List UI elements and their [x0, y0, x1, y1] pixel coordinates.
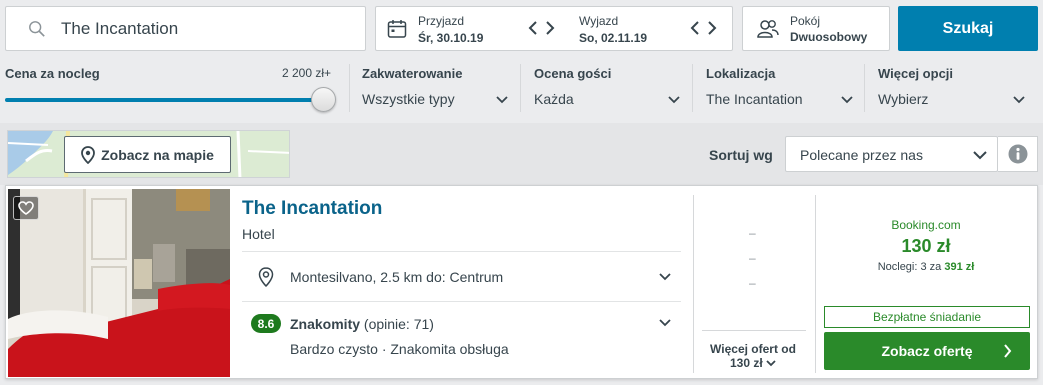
price-slider-handle[interactable] [311, 87, 336, 112]
empty-offer-dash: – [749, 276, 756, 290]
column-divider [815, 195, 816, 373]
hotel-type: Hotel [242, 226, 275, 242]
price-filter-title: Cena za nocleg [5, 66, 100, 81]
location-filter-value[interactable]: The Incantation [706, 91, 803, 107]
offer-provider: Booking.com [891, 218, 961, 232]
calendar-icon [387, 20, 407, 38]
sort-select[interactable]: Polecane przez nas [785, 136, 998, 172]
rating-filter-title: Ocena gości [534, 66, 612, 81]
view-deal-button[interactable]: Zobacz ofertę [824, 332, 1030, 370]
more-options-title: Więcej opcji [878, 66, 954, 81]
hotel-room-image [8, 189, 230, 377]
chevron-down-icon[interactable] [1013, 96, 1025, 104]
filter-divider [520, 64, 521, 112]
chevron-down-icon [766, 360, 776, 367]
checkout-next-icon[interactable] [705, 19, 719, 37]
info-icon [1008, 144, 1027, 164]
sort-label: Sortuj wg [709, 147, 773, 163]
chevron-down-icon[interactable] [659, 273, 671, 281]
empty-offer-dash: – [749, 251, 756, 265]
price-max-label: 2 200 zł+ [282, 66, 332, 80]
location-filter-title: Lokalizacja [706, 66, 776, 81]
rating-word: Znakomity [290, 316, 361, 332]
destination-value: The Incantation [61, 18, 179, 38]
chevron-down-icon[interactable] [659, 319, 671, 327]
offer-nights: Noclegi: 3 za 391 zł [822, 261, 1030, 273]
chevron-down-icon[interactable] [668, 96, 680, 104]
hotel-location[interactable]: Montesilvano, 2.5 km do: Centrum [290, 269, 503, 285]
checkin-label: Przyjazd [418, 14, 465, 28]
map-pin-icon [81, 145, 95, 164]
heart-icon [18, 201, 34, 215]
divider [242, 251, 681, 252]
destination-input[interactable]: The Incantation [5, 6, 366, 51]
more-offers-button[interactable]: Więcej ofert od 130 zł [700, 342, 806, 370]
date-picker[interactable]: Przyjazd Śr, 30.10.19 Wyjazd So, 02.11.1… [375, 6, 733, 51]
view-deal-label: Zobacz ofertę [881, 343, 973, 359]
checkout-value: So, 02.11.19 [579, 31, 648, 45]
divider [242, 301, 681, 302]
empty-offer-dash: – [749, 226, 756, 240]
filter-divider [864, 64, 865, 112]
location-pin-icon [258, 267, 274, 287]
room-label: Pokój [790, 14, 821, 28]
favorite-button[interactable] [13, 196, 39, 220]
room-value: Dwuosobowy [790, 30, 868, 44]
column-divider [693, 195, 694, 373]
chevron-down-icon [973, 151, 987, 160]
rating-filter-value[interactable]: Każda [534, 91, 574, 107]
hotel-photo[interactable] [8, 189, 230, 377]
more-offers-label: Więcej ofert od [710, 342, 796, 356]
chevron-down-icon[interactable] [496, 96, 508, 104]
more-offers-price: 130 zł [729, 356, 763, 370]
show-map-label: Zobacz na mapie [101, 146, 214, 163]
users-icon [757, 20, 779, 38]
accommodation-filter-title: Zakwaterowanie [362, 66, 463, 81]
search-button[interactable]: Szukaj [898, 6, 1038, 51]
divider [702, 330, 806, 331]
checkin-next-icon[interactable] [543, 19, 557, 37]
rating-badge: 8.6 [251, 314, 281, 333]
more-offers-price-row: 130 zł [700, 356, 806, 370]
info-button[interactable] [998, 136, 1038, 172]
search-icon [29, 20, 45, 37]
hotel-name-link[interactable]: The Incantation [242, 198, 382, 220]
nights-prefix: Noclegi: 3 za [877, 261, 942, 273]
accommodation-filter-value[interactable]: Wszystkie typy [362, 91, 455, 107]
chevron-down-icon[interactable] [841, 96, 853, 104]
checkin-value: Śr, 30.10.19 [418, 31, 484, 45]
room-selector[interactable]: Pokój Dwuosobowy [742, 6, 890, 51]
checkin[interactable]: Przyjazd Śr, 30.10.19 [418, 14, 483, 45]
offer-price[interactable]: 130 zł [822, 236, 1030, 257]
filter-divider [692, 64, 693, 112]
checkout-prev-icon[interactable] [688, 19, 702, 37]
checkout[interactable]: Wyjazd So, 02.11.19 [579, 14, 647, 45]
chevron-right-icon [1004, 344, 1012, 358]
nights-total: 391 zł [944, 261, 975, 273]
rating-highlights: Bardzo czysto · Znakomita obsługa [290, 341, 509, 357]
sort-value: Polecane przez nas [800, 147, 923, 163]
rating-summary[interactable]: Znakomity (opinie: 71) [290, 316, 434, 332]
filter-divider [349, 64, 350, 112]
show-map-button[interactable]: Zobacz na mapie [64, 136, 231, 173]
rating-count: (opinie: 71) [363, 316, 434, 332]
more-options-value[interactable]: Wybierz [878, 91, 928, 107]
price-slider-track[interactable] [5, 98, 327, 102]
free-breakfast-badge: Bezpłatne śniadanie [824, 306, 1030, 328]
checkin-prev-icon[interactable] [526, 19, 540, 37]
checkout-label: Wyjazd [579, 14, 619, 28]
